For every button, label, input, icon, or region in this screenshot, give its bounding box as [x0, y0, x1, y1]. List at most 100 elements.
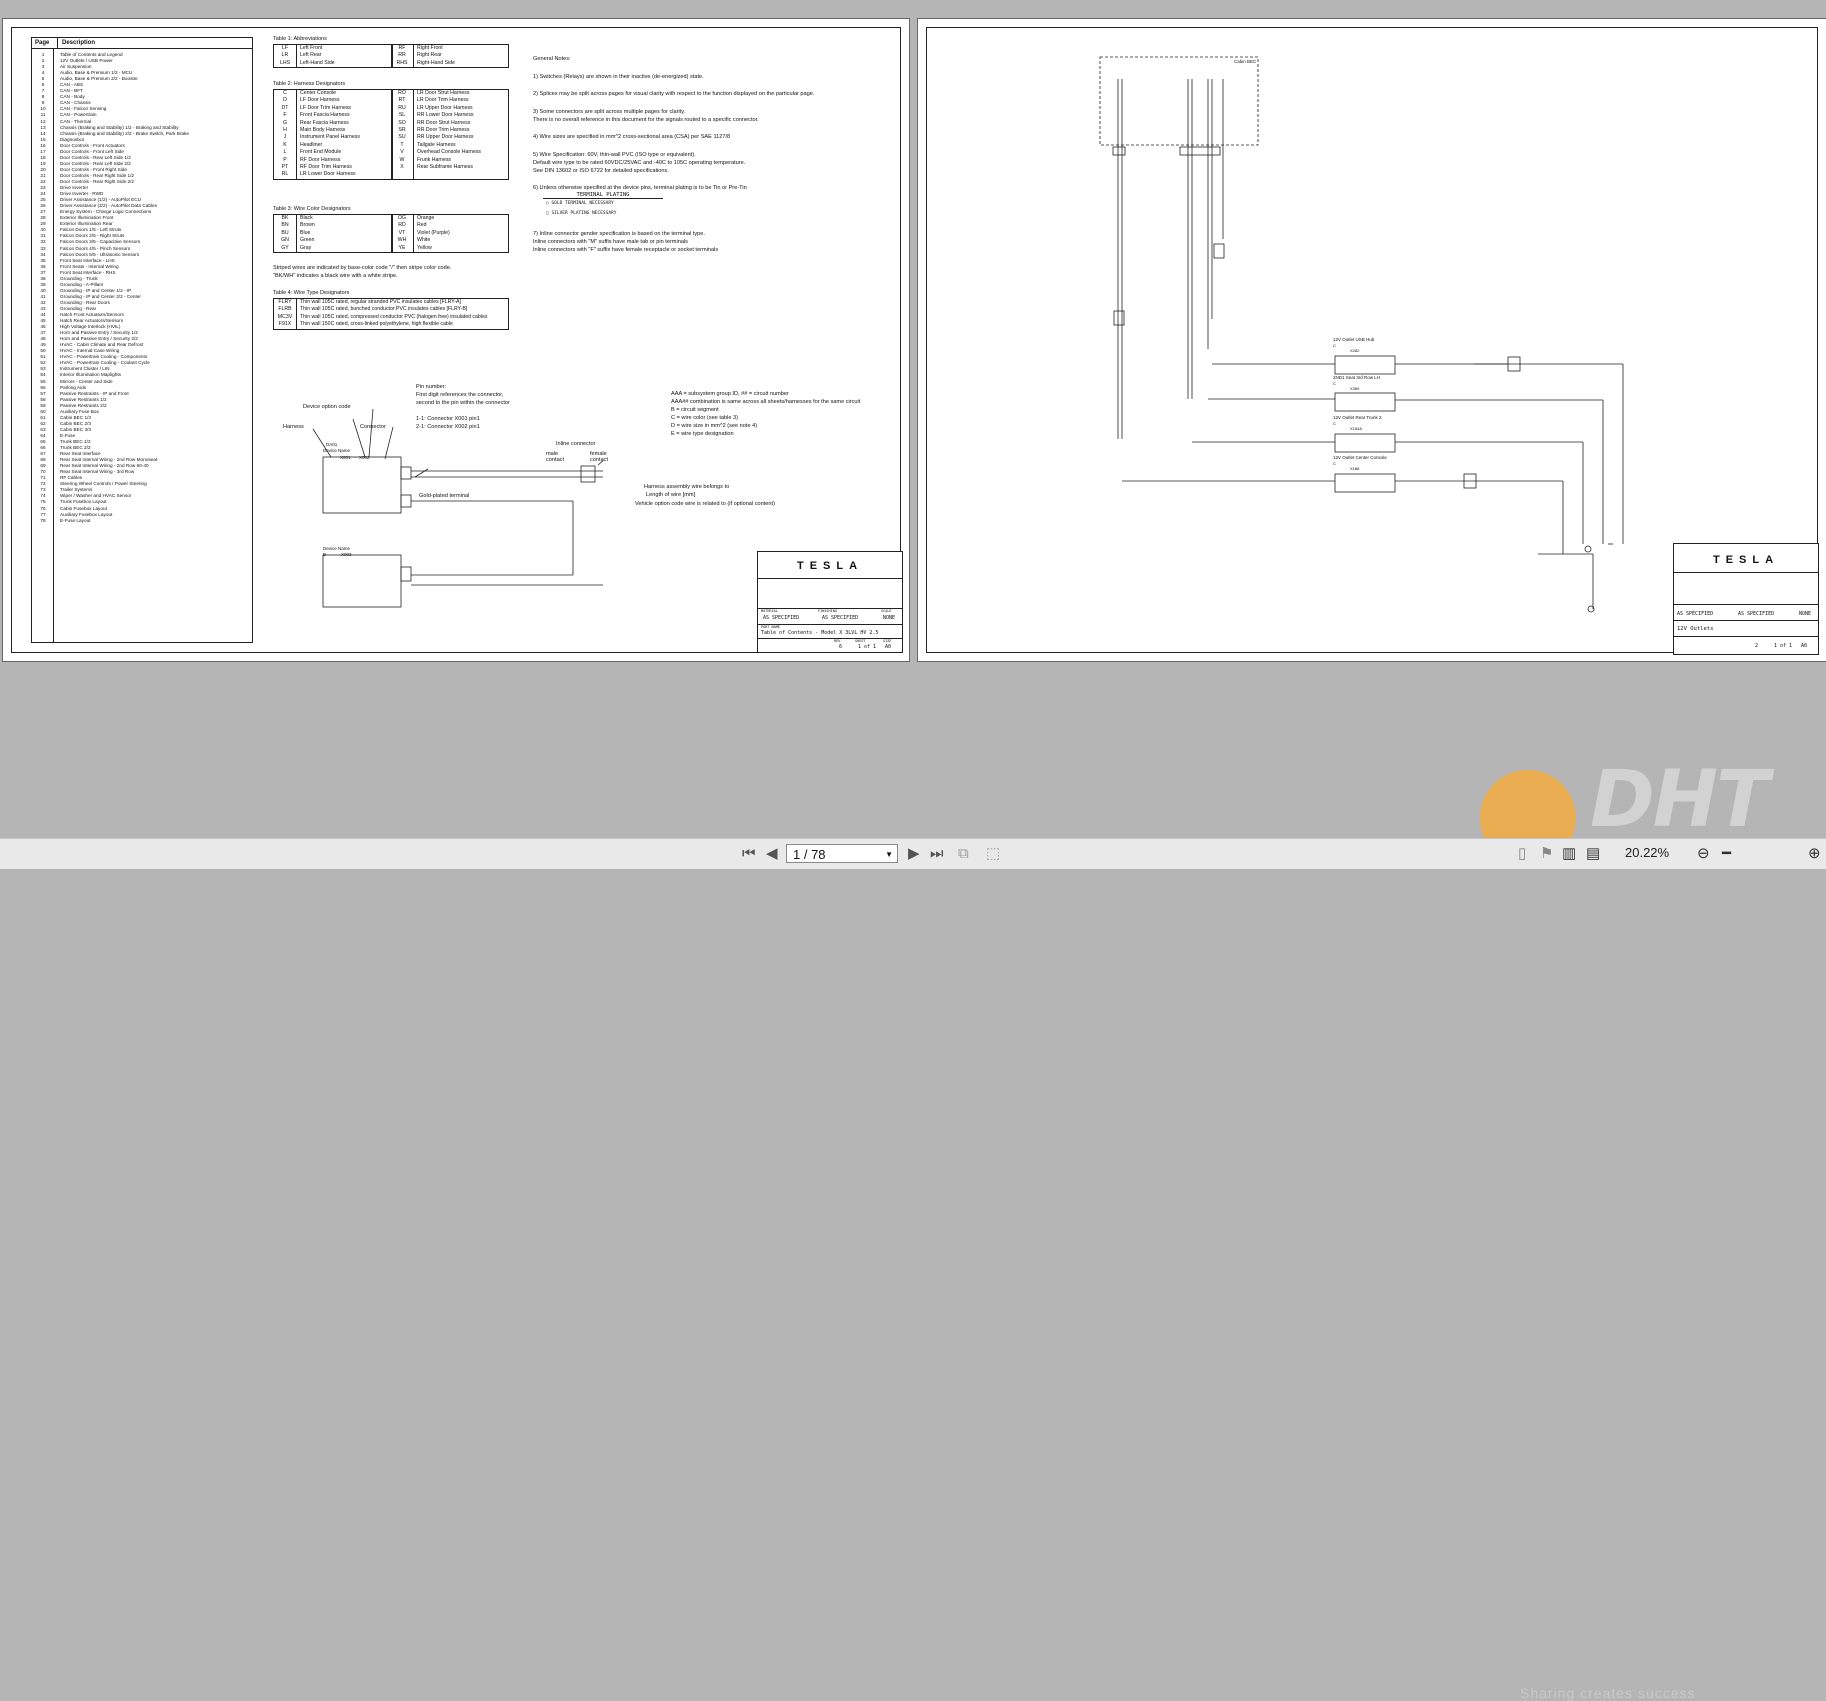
table-cell: Left Rear [300, 52, 322, 59]
inline-note: Inline connectors with "M" suffix have m… [533, 239, 688, 245]
table-cell: Yellow [417, 244, 432, 251]
table-cell: L [283, 149, 287, 156]
table-cell: VT [398, 229, 406, 236]
wire-color-table: BK Black OG Orange BN Brown RD Red BU Blue VT Viole… [273, 214, 509, 254]
table-row: FLRY Thin wall 105C rated, regular strand… [274, 299, 508, 306]
legend-vehicle-option-code: Vehicle option code wire is related to (… [635, 501, 775, 507]
table-cell: RHS [396, 59, 408, 66]
table1-caption: Table 1: Abbreviations [273, 36, 327, 42]
table-cell: RR Upper Door Harness [417, 134, 474, 141]
next-page-button[interactable]: ▶ [908, 845, 920, 863]
table-cell: RF Door Trim Harness [300, 164, 352, 171]
general-note: There is no overall reference in this do… [533, 117, 759, 123]
table-cell: Orange [417, 215, 435, 221]
table-cell: J [283, 134, 287, 141]
outlet-connector: X188 [1350, 466, 1360, 471]
table3-caption: Table 3: Wire Color Designators [273, 206, 351, 212]
table-cell: WH [397, 237, 407, 244]
table-cell: Tailgate Harness [417, 141, 456, 148]
scale-value: NONE [1799, 611, 1812, 617]
size-label: SIZE [883, 639, 892, 643]
table-cell: Rear Fascia Harness [300, 119, 349, 126]
table-cell: Front Fascia Harness [300, 112, 350, 119]
legend-x002: X002 [359, 455, 370, 460]
inline-note: Inline connectors with "F" suffix have f… [533, 247, 719, 253]
single-page-icon[interactable]: ▯ [1518, 845, 1526, 863]
two-page-icon[interactable]: ▥ [1562, 845, 1576, 863]
previous-page-button[interactable]: ◀ [766, 845, 778, 863]
pdf-toolbar: ⏮ ◀ 1 / 78 ▼ ▶ ⏭ ⧉ ⬚ ▯ ⚑ ▥ ▤ 20.22% ⊖ ━ ⊕… [0, 838, 1826, 1701]
watermark-text: DHT [1590, 755, 1769, 845]
table-row: MC3V Thin wall 105C rated, compressed con… [274, 314, 508, 321]
table-cell: LR Lower Door Harness [300, 171, 356, 178]
fit-page-icon[interactable]: ⬚ [986, 845, 1000, 863]
general-note: 2) Splices may be split across pages for… [533, 91, 815, 97]
circle-icon: ○ [546, 201, 549, 206]
material-label: MATERIAL [761, 609, 778, 613]
general-note: 4) Wire sizes are specified in mm^2 cros… [533, 134, 731, 140]
legend-aaa-3: B = circuit segment [671, 407, 719, 413]
table-cell: RR Lower Door Harness [417, 112, 474, 119]
square-icon: □ [546, 211, 549, 216]
legend-aaa-5: D = wire size in mm^2 (see note 4) [671, 423, 758, 429]
general-note: 3) Some connectors are split across mult… [533, 109, 686, 115]
dropdown-arrow-icon: ▼ [885, 850, 893, 859]
zoom-level[interactable]: 20.22% [1625, 845, 1669, 860]
general-notes-title: General Notes: [533, 56, 571, 62]
table-cell: Blue [300, 229, 311, 236]
table-cell: Overhead Console Harness [417, 149, 482, 156]
zoom-in-icon[interactable]: ⊕ [1808, 845, 1821, 863]
first-page-button[interactable]: ⏮ [742, 845, 756, 863]
table-cell: Instrument Panel Harness [300, 134, 360, 141]
table-cell: Brown [300, 222, 315, 229]
table-cell: BK [281, 215, 289, 221]
outlet-name: 12V Outlet USB Hub [1333, 337, 1375, 342]
legend-aaa-4: C = wire color (see table 3) [671, 415, 738, 421]
wire-type-table: FLRY Thin wall 105C rated, regular strand… [273, 298, 509, 330]
cabin-bec-label: Cabin BEC [1234, 59, 1257, 64]
zoom-slider[interactable]: ━ [1722, 845, 1731, 863]
general-note: 5) Wire Specification: 60V, thin-wall PV… [533, 152, 696, 158]
general-note: 1) Switches (Relays) are shown in their … [533, 74, 704, 80]
table-cell: RU [398, 104, 406, 111]
part-name-value: 12V Outlets [1677, 626, 1714, 632]
toc-page: 78 [40, 517, 46, 523]
size-value: A0 [1801, 643, 1808, 649]
outlet-ref: C [1333, 381, 1336, 386]
table-cell: BN [281, 222, 289, 229]
legend-pin-ex1: 1-1: Connector X001 pin1 [416, 416, 480, 422]
last-page-button[interactable]: ⏭ [930, 845, 944, 863]
sheet-value: 1 of 1 [858, 644, 877, 650]
table-cell [391, 171, 413, 178]
outlet-connector: X184A [1350, 426, 1363, 431]
outlet-ref: C [1333, 461, 1336, 466]
legend-pin-line2: second to the pin within the connector [416, 400, 510, 406]
table-cell: K [283, 141, 287, 148]
page-number-input[interactable]: 1 / 78 ▼ [786, 844, 898, 863]
fit-width-icon[interactable]: ▤ [1586, 845, 1600, 863]
tesla-logo: TESLA [1712, 554, 1780, 566]
outlet-connector: X369 [1350, 386, 1360, 391]
zoom-out-icon[interactable]: ⊖ [1697, 845, 1710, 863]
table-cell: Thin wall 105C rated, regular stranded P… [300, 299, 461, 305]
bookmark-icon[interactable]: ⚑ [1540, 845, 1553, 863]
table-cell: P [283, 156, 287, 163]
copy-icon[interactable]: ⧉ [958, 845, 969, 863]
outlet-name: 12V Outlet Center Console [1333, 455, 1387, 460]
table-cell: YE [398, 244, 406, 251]
legend-x001: X001 [340, 455, 351, 460]
finishing-value: AS SPECIFIED [1738, 611, 1775, 617]
outlet-ref: C [1333, 421, 1336, 426]
table-cell: LF [281, 45, 289, 51]
tesla-logo: TESLA [796, 560, 864, 572]
table-cell: RR Door Trim Harness [417, 127, 470, 134]
legend-female-contact: female contact [590, 451, 609, 463]
legend-pin-number: Pin number: [416, 384, 447, 390]
table-cell: BU [281, 229, 289, 236]
table-cell: W [399, 156, 405, 163]
rev-value: 6 [839, 644, 843, 650]
outlet-name: 2ND1 Seat 3rd Row LH [1333, 375, 1381, 380]
legend-dev-code: DA01 [326, 442, 338, 447]
title-block: TESLA MATERIAL FINISHING SCALE AS SPECIF… [757, 551, 903, 653]
table-cell: FLRB [278, 306, 292, 313]
